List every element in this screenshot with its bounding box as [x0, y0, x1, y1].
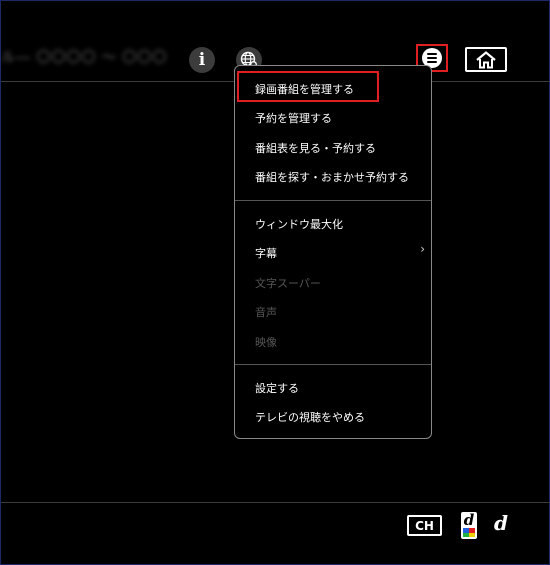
home-icon — [476, 50, 496, 68]
menu-divider — [235, 200, 431, 201]
menu-list-icon-line — [427, 61, 437, 63]
menu-item-maximize-window[interactable]: ウィンドウ最大化 — [255, 216, 343, 232]
color-keys-icon — [463, 528, 475, 537]
d-button-letter: d — [463, 511, 475, 529]
main-menu-dropdown: 録画番組を管理する 予約を管理する 番組表を見る・予約する 番組を探す・おまかせ… — [234, 65, 432, 439]
home-button[interactable] — [465, 47, 507, 72]
menu-item-text-super: 文字スーパー — [255, 277, 321, 290]
program-title: ル― 〇〇〇〇 〜 〇〇〇 — [1, 50, 168, 66]
tv-viewer-window: ル― 〇〇〇〇 〜 〇〇〇 i 録画番組を管理する 予約を管理する 番組表を見る… — [0, 0, 550, 565]
menu-divider — [235, 364, 431, 365]
menu-item-stop-watching[interactable]: テレビの視聴をやめる — [255, 409, 365, 425]
menu-item-manage-reservations[interactable]: 予約を管理する — [255, 110, 332, 126]
menu-item-program-guide[interactable]: 番組表を見る・予約する — [255, 140, 376, 156]
menu-item-subtitles-label: 字幕 — [255, 247, 277, 260]
menu-item-audio: 音声 — [255, 306, 277, 319]
chevron-right-icon: › — [420, 242, 425, 256]
highlight-manage-recordings — [237, 71, 379, 102]
menu-list-icon-line — [427, 57, 437, 59]
info-icon: i — [198, 50, 206, 70]
info-button[interactable]: i — [189, 47, 215, 73]
channel-button[interactable]: CH — [407, 515, 442, 536]
menu-item-settings[interactable]: 設定する — [255, 380, 299, 396]
menu-list-icon — [427, 53, 437, 55]
data-broadcast-color-button[interactable]: d — [461, 511, 477, 539]
bottom-bar-divider — [1, 502, 550, 503]
menu-item-subtitles[interactable]: 字幕 — [255, 245, 431, 261]
data-broadcast-button[interactable]: d — [494, 511, 508, 535]
menu-item-search-programs[interactable]: 番組を探す・おまかせ予約する — [255, 169, 409, 185]
menu-item-video: 映像 — [255, 336, 277, 349]
